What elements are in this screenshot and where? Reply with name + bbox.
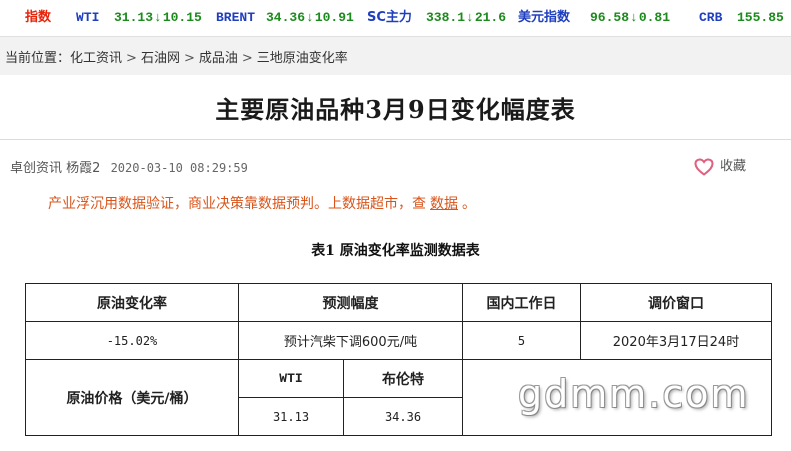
ticker-wti-name[interactable]: WTI (76, 9, 99, 27)
header-forecast: 预测幅度 (238, 283, 463, 322)
ticker-brent-value: 34.36 (266, 10, 306, 25)
ticker-wti-change: 10.15 (162, 10, 202, 25)
ticker-brent-quote: 34.36↓10.91 (266, 9, 354, 27)
breadcrumb-item-chem-news[interactable]: 化工资讯 (70, 51, 122, 66)
ticker-usd-change: 0.81 (638, 10, 671, 25)
cell-wti-price: 31.13 (238, 397, 344, 436)
article-datetime: 2020-03-10 08:29:59 (110, 161, 248, 175)
table-header-row: 原油变化率 预测幅度 国内工作日 调价窗口 (25, 283, 772, 322)
breadcrumb-prefix: 当前位置： (5, 51, 71, 66)
breadcrumb: 当前位置：化工资讯 > 石油网 > 成品油 > 三地原油变化率 (5, 47, 348, 66)
breadcrumb-separator: > (126, 51, 137, 66)
ticker-crb-name[interactable]: CRB (699, 9, 722, 27)
title-divider (0, 139, 791, 140)
promo-notice: 产业浮沉用数据验证，商业决策靠数据预判。上数据超市，查 数据。 (48, 193, 476, 213)
header-crude-change: 原油变化率 (25, 283, 239, 322)
table-row: -15.02% 预计汽柴下调600元/吨 5 2020年3月17日24时 (25, 321, 772, 360)
ticker-wti-value: 31.13 (114, 10, 154, 25)
header-adjust-window: 调价窗口 (580, 283, 772, 322)
favorite-button[interactable]: 收藏 (694, 155, 746, 176)
cell-forecast: 预计汽柴下调600元/吨 (238, 321, 463, 360)
favorite-label: 收藏 (720, 159, 747, 174)
cell-crude-change: -15.02% (25, 321, 239, 360)
ticker-usd-value: 96.58 (590, 10, 630, 25)
cell-workdays: 5 (462, 321, 581, 360)
cell-brent-price: 34.36 (343, 397, 463, 436)
ticker-brent-change: 10.91 (314, 10, 354, 25)
ticker-brent-name[interactable]: BRENT (216, 9, 255, 27)
breadcrumb-separator: > (183, 51, 195, 66)
ticker-usd-quote: 96.58↓0.81 (590, 9, 670, 27)
article-meta: 卓创资讯 杨霞2 2020-03-10 08:29:59 (10, 157, 248, 176)
ticker-wti-quote: 31.13↓10.15 (114, 9, 202, 27)
market-ticker: 指数 WTI 31.13↓10.15 BRENT 34.36↓10.91 SC主… (0, 0, 791, 37)
page-title: 主要原油品种3月9日变化幅度表 (215, 95, 576, 124)
down-arrow-icon: ↓ (466, 10, 474, 25)
notice-text: 产业浮沉用数据验证，商业决策靠数据预判。上数据超市，查 (48, 196, 426, 212)
breadcrumb-separator: > (241, 51, 253, 66)
ticker-sc-change: 21.6 (474, 10, 507, 25)
header-brent: 布伦特 (343, 359, 463, 398)
down-arrow-icon: ↓ (154, 10, 162, 25)
ticker-usd-name[interactable]: 美元指数 (518, 9, 570, 27)
breadcrumb-item-crude-change-rate[interactable]: 三地原油变化率 (257, 51, 348, 66)
breadcrumb-item-refined-oil[interactable]: 成品油 (199, 51, 238, 66)
breadcrumb-bar: 当前位置：化工资讯 > 石油网 > 成品油 > 三地原油变化率 (0, 37, 791, 75)
article-author: 杨霞2 (66, 161, 101, 176)
header-wti: WTI (238, 359, 344, 398)
down-arrow-icon: ↓ (630, 10, 638, 25)
header-workdays: 国内工作日 (462, 283, 581, 322)
data-market-link[interactable]: 数据 (430, 196, 458, 212)
notice-suffix: 。 (462, 196, 476, 212)
table-caption: 表1 原油变化率监测数据表 (311, 243, 480, 259)
ticker-sc-value: 338.1 (426, 10, 466, 25)
ticker-sc-name[interactable]: SC主力 (367, 9, 412, 27)
article-source: 卓创资讯 (10, 161, 63, 176)
ticker-sc-quote: 338.1↓21.6 (426, 9, 506, 27)
heart-icon (694, 157, 714, 176)
ticker-crb-value: 155.85 (737, 10, 784, 25)
ticker-index-label: 指数 (25, 10, 52, 25)
breadcrumb-item-oil-net[interactable]: 石油网 (141, 51, 180, 66)
down-arrow-icon: ↓ (306, 10, 314, 25)
cell-adjust-window: 2020年3月17日24时 (580, 321, 772, 360)
site-watermark: gdmm.com (518, 372, 750, 416)
cell-price-label: 原油价格（美元/桶） (25, 359, 239, 436)
